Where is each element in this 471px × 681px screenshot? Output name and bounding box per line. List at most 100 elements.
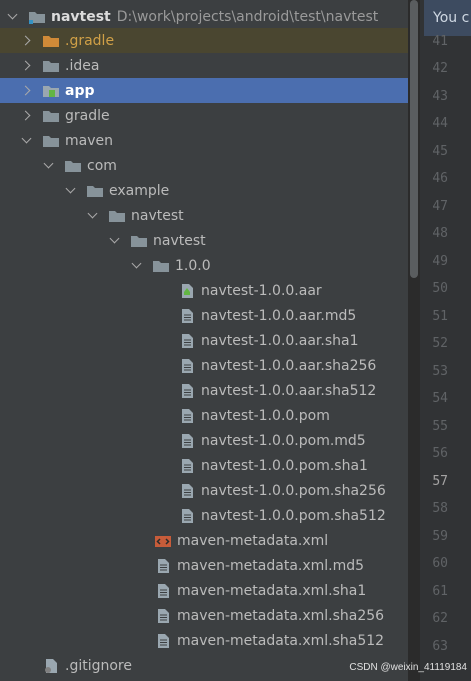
line-number: 46 <box>432 171 448 186</box>
line-number: 61 <box>432 584 448 599</box>
text-file-icon <box>178 458 196 474</box>
tree-item-app[interactable]: app <box>0 78 408 103</box>
file-item[interactable]: navtest-1.0.0.aar.sha1 <box>0 328 408 353</box>
tree-item-com[interactable]: com <box>0 153 408 178</box>
file-item[interactable]: maven-metadata.xml.sha512 <box>0 628 408 653</box>
tree-item-navtest-group[interactable]: navtest <box>0 203 408 228</box>
file-item[interactable]: navtest-1.0.0.pom.sha256 <box>0 478 408 503</box>
tree-item-gradle-cache[interactable]: .gradle <box>0 28 408 53</box>
line-number: 62 <box>432 611 448 626</box>
text-file-icon <box>154 633 172 649</box>
chevron-down-icon[interactable] <box>64 185 76 197</box>
file-item[interactable]: maven-metadata.xml.md5 <box>0 553 408 578</box>
project-tree: navtest D:\work\projects\android\test\na… <box>0 0 408 681</box>
tree-item-navtest-artifact[interactable]: navtest <box>0 228 408 253</box>
file-name: navtest-1.0.0.pom.sha512 <box>201 507 386 524</box>
file-item-gitignore[interactable]: .gitignore <box>0 653 408 678</box>
chevron-down-icon[interactable] <box>20 135 32 147</box>
gitignore-file-icon <box>42 658 60 674</box>
file-name: navtest-1.0.0.aar.sha256 <box>201 357 377 374</box>
line-number: 60 <box>432 556 448 571</box>
tree-item-idea[interactable]: .idea <box>0 53 408 78</box>
tree-item-label: gradle <box>65 107 110 124</box>
chevron-right-icon[interactable] <box>20 85 32 97</box>
tree-item-example[interactable]: example <box>0 178 408 203</box>
folder-icon <box>42 58 60 74</box>
file-item[interactable]: navtest-1.0.0.pom.sha1 <box>0 453 408 478</box>
file-item[interactable]: maven-metadata.xml.sha1 <box>0 578 408 603</box>
line-number: 63 <box>432 639 448 654</box>
file-item[interactable]: navtest-1.0.0.aar.sha512 <box>0 378 408 403</box>
file-item[interactable]: navtest-1.0.0.aar.sha256 <box>0 353 408 378</box>
text-file-icon <box>178 508 196 524</box>
chevron-down-icon[interactable] <box>130 260 142 272</box>
line-number: 43 <box>432 89 448 104</box>
file-item[interactable]: maven-metadata.xml <box>0 528 408 553</box>
tree-item-gradle[interactable]: gradle <box>0 103 408 128</box>
tree-item-maven[interactable]: maven <box>0 128 408 153</box>
editor-notification-banner[interactable]: You c <box>424 0 471 36</box>
text-file-icon <box>178 308 196 324</box>
text-file-icon <box>178 358 196 374</box>
file-item[interactable]: navtest-1.0.0.pom <box>0 403 408 428</box>
line-number: 47 <box>432 199 448 214</box>
xml-file-icon <box>154 533 172 549</box>
line-number: 50 <box>432 281 448 296</box>
text-file-icon <box>178 408 196 424</box>
text-file-icon <box>154 583 172 599</box>
chevron-down-icon[interactable] <box>86 210 98 222</box>
line-number: 59 <box>432 529 448 544</box>
chevron-right-icon[interactable] <box>20 35 32 47</box>
tree-item-label: navtest <box>153 232 206 249</box>
line-number: 56 <box>432 446 448 461</box>
line-number: 41 <box>432 34 448 49</box>
text-file-icon <box>178 433 196 449</box>
file-item[interactable]: navtest-1.0.0.pom.sha512 <box>0 503 408 528</box>
file-name: navtest-1.0.0.pom.sha1 <box>201 457 368 474</box>
chevron-right-icon[interactable] <box>20 60 32 72</box>
chevron-right-icon[interactable] <box>20 110 32 122</box>
file-name: maven-metadata.xml.sha256 <box>177 607 385 624</box>
file-name: navtest-1.0.0.aar.sha512 <box>201 382 377 399</box>
file-name: maven-metadata.xml.sha1 <box>177 582 367 599</box>
text-file-icon <box>178 333 196 349</box>
tree-scrollbar[interactable] <box>410 0 418 278</box>
file-item[interactable]: maven-metadata.xml.sha256 <box>0 603 408 628</box>
text-file-icon <box>178 483 196 499</box>
line-number-current: 57 <box>432 474 448 489</box>
file-name: navtest-1.0.0.aar <box>201 282 322 299</box>
tree-item-version[interactable]: 1.0.0 <box>0 253 408 278</box>
file-item[interactable]: navtest-1.0.0.pom.md5 <box>0 428 408 453</box>
tree-item-label: .idea <box>65 57 100 74</box>
tree-item-label: app <box>65 82 95 99</box>
folder-icon <box>152 258 170 274</box>
tree-item-label: .gradle <box>65 32 115 49</box>
project-name: navtest <box>51 8 111 25</box>
folder-icon <box>64 158 82 174</box>
line-number: 52 <box>432 336 448 351</box>
text-file-icon <box>178 383 196 399</box>
file-name: maven-metadata.xml <box>177 532 329 549</box>
text-file-icon <box>154 608 172 624</box>
aar-file-icon <box>178 283 196 299</box>
file-name: maven-metadata.xml.md5 <box>177 557 365 574</box>
module-folder-icon <box>42 83 60 99</box>
folder-icon <box>108 208 126 224</box>
project-path: D:\work\projects\android\test\navtest <box>116 8 379 25</box>
tree-item-label: maven <box>65 132 113 149</box>
file-item[interactable]: navtest-1.0.0.aar <box>0 278 408 303</box>
chevron-down-icon[interactable] <box>42 160 54 172</box>
chevron-down-icon[interactable] <box>6 11 18 23</box>
line-number: 55 <box>432 419 448 434</box>
folder-icon <box>42 108 60 124</box>
line-number: 58 <box>432 501 448 516</box>
file-item[interactable]: navtest-1.0.0.aar.md5 <box>0 303 408 328</box>
folder-icon <box>86 183 104 199</box>
line-number: 49 <box>432 254 448 269</box>
tree-item-label: 1.0.0 <box>175 257 211 274</box>
tree-root-navtest[interactable]: navtest D:\work\projects\android\test\na… <box>0 4 408 29</box>
line-number: 53 <box>432 364 448 379</box>
chevron-down-icon[interactable] <box>108 235 120 247</box>
folder-icon <box>28 9 46 25</box>
tree-item-label: example <box>109 182 170 199</box>
